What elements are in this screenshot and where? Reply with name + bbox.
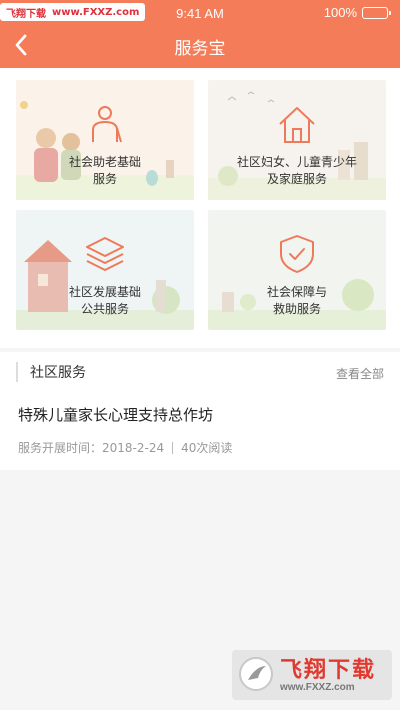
watermark: 飞翔下载 www.FXXZ.com	[232, 650, 392, 700]
article-reads: 40次阅读	[181, 441, 233, 455]
service-card-family[interactable]: 社区妇女、儿童青少年 及家庭服务	[208, 80, 386, 200]
watermark-text: 飞翔下载	[280, 658, 377, 683]
community-section: 社区服务 查看全部 特殊儿童家长心理支持总作坊 服务开展时间：2018-2-24…	[0, 352, 400, 470]
app-header: 飞翔下载 www.FXXZ.com 9:41 AM 100% 服务宝	[0, 0, 400, 68]
article-meta: 服务开展时间：2018-2-24 40次阅读	[18, 439, 232, 456]
meta-divider	[172, 441, 174, 454]
layers-icon	[86, 237, 124, 271]
shield-check-icon	[280, 235, 314, 273]
service-card-social-security[interactable]: 社会保障与 救助服务	[208, 210, 386, 330]
section-marker	[16, 362, 18, 382]
section-title: 社区服务	[30, 365, 86, 381]
article-title: 特殊儿童家长心理支持总作坊	[18, 406, 214, 424]
home-icon	[279, 107, 315, 143]
section-header: 社区服务 查看全部	[0, 352, 400, 390]
article-date: 服务开展时间：2018-2-24	[18, 441, 165, 455]
service-label: 社区发展基础 公共服务	[68, 285, 141, 316]
battery-percent: 100%	[323, 5, 357, 20]
watermark-logo-icon	[239, 657, 273, 691]
service-label: 社会助老基础 服务	[68, 155, 141, 186]
service-label: 社区妇女、儿童青少年 及家庭服务	[236, 155, 357, 186]
elder-care-icon	[92, 106, 122, 143]
service-grid: 社会助老基础 服务 社区妇女、儿童青少年 及家庭服务 社区发展基础 公共服务 社…	[0, 68, 400, 348]
article-item[interactable]: 特殊儿童家长心理支持总作坊 服务开展时间：2018-2-24 40次阅读	[0, 390, 400, 470]
view-all-link[interactable]: 查看全部	[336, 365, 384, 382]
page-title: 服务宝	[174, 39, 226, 59]
service-card-community-development[interactable]: 社区发展基础 公共服务	[16, 210, 194, 330]
service-label: 社会保障与 救助服务	[266, 285, 327, 316]
service-card-elder-care[interactable]: 社会助老基础 服务	[16, 80, 194, 200]
battery-status: 100%	[323, 5, 391, 20]
battery-icon	[362, 6, 391, 19]
watermark-url: www.FXXZ.com	[280, 682, 355, 693]
status-bar: 飞翔下载 www.FXXZ.com 9:41 AM 100%	[0, 0, 400, 26]
